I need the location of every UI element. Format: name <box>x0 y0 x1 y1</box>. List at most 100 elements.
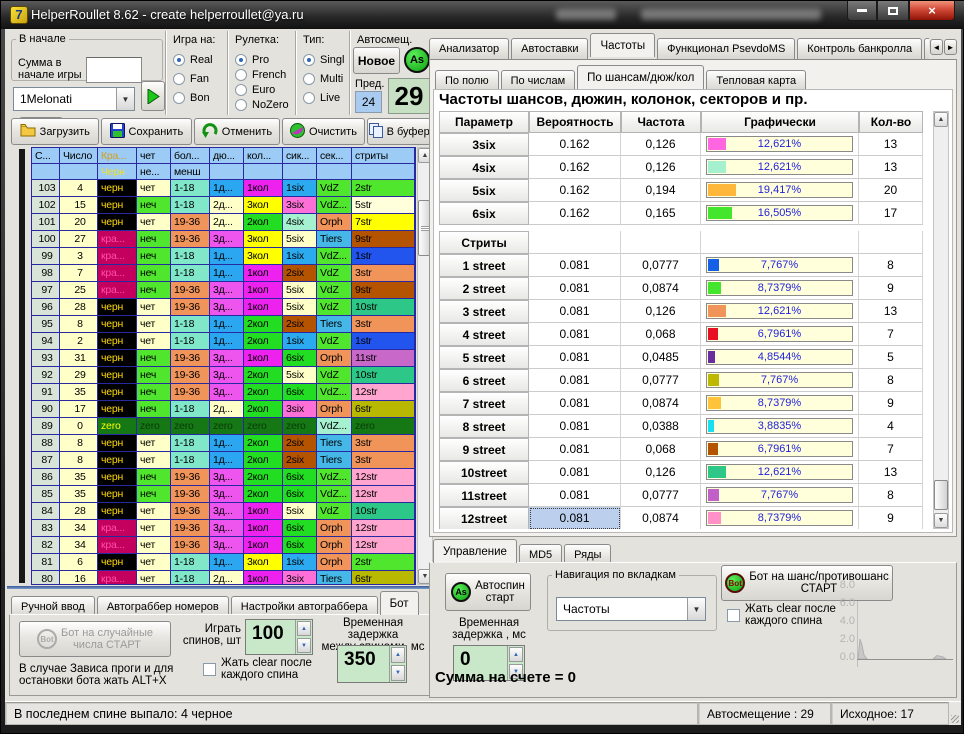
clear-after-spin-checkbox-2[interactable] <box>727 609 740 622</box>
freq-count-cell[interactable]: 13 <box>859 461 923 484</box>
autospin-start-button[interactable]: As Автоспинстарт <box>445 573 531 611</box>
freq-prob-cell[interactable]: 0.081 <box>529 461 621 484</box>
tab-freq-3[interactable]: По шансам/дюж/кол <box>577 65 704 89</box>
freq-bar-cell[interactable]: 4,8544% <box>701 346 859 369</box>
freq-freq-cell[interactable]: 0,0874 <box>621 507 701 529</box>
scroll-up-icon[interactable]: ▲ <box>934 112 948 127</box>
freq-scroll-thumb[interactable] <box>934 480 948 510</box>
freq-param-3six[interactable]: 3six <box>439 133 529 156</box>
freq-param-1street[interactable]: 1 street <box>439 254 529 277</box>
chance-bot-start-button[interactable]: Bot Бот на шанс/противошансСТАРТ <box>721 565 893 601</box>
radio-bon[interactable]: Bon <box>173 92 231 104</box>
freq-count-cell[interactable]: 8 <box>859 484 923 507</box>
tab-main-1[interactable]: Анализатор <box>429 38 509 59</box>
preset-combobox[interactable]: 1Melonati ▼ <box>13 87 135 111</box>
tab-main-4[interactable]: Функционал PsevdoMS <box>657 38 795 59</box>
tabs-scroll-left[interactable]: ◄ <box>930 39 943 55</box>
freq-bar-cell[interactable]: 7,767% <box>701 484 859 507</box>
play-button[interactable] <box>141 81 165 111</box>
freq-bar-cell[interactable]: 12,621% <box>701 156 859 179</box>
minimize-button[interactable] <box>847 1 877 21</box>
freq-count-cell[interactable]: 5 <box>859 346 923 369</box>
freq-param-11street[interactable]: 11street <box>439 484 529 507</box>
chevron-down-icon[interactable]: ▼ <box>116 88 134 110</box>
freq-prob-cell[interactable]: 0.081 <box>529 300 621 323</box>
copy-button[interactable]: В буфер <box>367 118 431 145</box>
radio-french[interactable]: French <box>235 69 293 81</box>
freq-freq-cell[interactable]: 0,0388 <box>621 415 701 438</box>
freq-header[interactable]: Вероятность <box>529 111 621 133</box>
random-bot-start-button[interactable]: Bot Бот на случайныечисла СТАРТ <box>19 621 171 657</box>
freq-param-8street[interactable]: 8 street <box>439 415 529 438</box>
freq-param-10street[interactable]: 10street <box>439 461 529 484</box>
up-arrow-icon[interactable]: ▲ <box>509 647 523 662</box>
spins-value[interactable]: 100 <box>246 620 295 654</box>
freq-prob-cell[interactable]: 0.162 <box>529 179 621 202</box>
freq-param-6street[interactable]: 6 street <box>439 369 529 392</box>
freq-prob-cell[interactable]: 0.162 <box>529 133 621 156</box>
up-arrow-icon[interactable]: ▲ <box>297 621 311 636</box>
freq-count-cell[interactable]: 9 <box>859 392 923 415</box>
save-button[interactable]: Сохранить <box>101 118 193 145</box>
resize-grip[interactable] <box>949 702 961 725</box>
freq-freq-cell[interactable]: 0,0485 <box>621 346 701 369</box>
tab-freq-1[interactable]: По полю <box>435 70 499 91</box>
freq-count-cell[interactable]: 17 <box>859 202 923 225</box>
up-arrow-icon[interactable]: ▲ <box>391 647 405 663</box>
freq-freq-cell[interactable]: 0,0777 <box>621 254 701 277</box>
freq-bar-cell[interactable]: 12,621% <box>701 300 859 323</box>
freq-prob-cell[interactable]: 0.081 <box>529 369 621 392</box>
down-arrow-icon[interactable]: ▼ <box>297 638 311 653</box>
as-button[interactable]: As <box>404 47 430 73</box>
close-button[interactable]: × <box>909 1 955 21</box>
freq-param-4six[interactable]: 4six <box>439 156 529 179</box>
freq-bar-cell[interactable]: 19,417% <box>701 179 859 202</box>
freq-freq-cell[interactable]: 0,126 <box>621 461 701 484</box>
freq-freq-cell[interactable]: 0,165 <box>621 202 701 225</box>
freq-header[interactable]: Параметр <box>439 111 529 133</box>
freq-bar-cell[interactable]: 8,7379% <box>701 507 859 529</box>
start-sum-input[interactable] <box>86 57 142 83</box>
tab-freq-2[interactable]: По числам <box>501 70 576 91</box>
tab-main-6[interactable]: Колесо <box>924 38 929 59</box>
freq-prob-cell[interactable]: 0.081 <box>529 254 621 277</box>
freq-param-5street[interactable]: 5 street <box>439 346 529 369</box>
down-arrow-icon[interactable]: ▼ <box>391 665 405 681</box>
freq-header[interactable]: Графически <box>701 111 859 133</box>
maximize-button[interactable] <box>877 1 909 21</box>
freq-bar-cell[interactable]: 12,621% <box>701 461 859 484</box>
freq-freq-cell[interactable]: 0,0777 <box>621 369 701 392</box>
scroll-down-icon[interactable]: ▼ <box>934 513 948 528</box>
freq-prob-cell[interactable]: 0.081 <box>529 415 621 438</box>
freq-param-6six[interactable]: 6six <box>439 202 529 225</box>
tab-main-3[interactable]: Частоты <box>590 33 655 57</box>
freq-param-5six[interactable]: 5six <box>439 179 529 202</box>
freq-prob-cell[interactable]: 0.081 <box>529 346 621 369</box>
freq-freq-cell[interactable]: 0,068 <box>621 323 701 346</box>
tab-freq-4[interactable]: Тепловая карта <box>706 70 806 91</box>
freq-prob-cell[interactable]: 0.081 <box>529 277 621 300</box>
freq-bar-cell[interactable]: 7,767% <box>701 254 859 277</box>
freq-count-cell[interactable]: 20 <box>859 179 923 202</box>
freq-param-2street[interactable]: 2 street <box>439 277 529 300</box>
folder-open-button[interactable]: Загрузить <box>11 118 99 145</box>
freq-freq-cell[interactable]: 0,0874 <box>621 392 701 415</box>
freq-count-cell[interactable]: 9 <box>859 507 923 529</box>
tab-input-4[interactable]: Бот <box>380 591 419 615</box>
freq-bar-cell[interactable]: 16,505% <box>701 202 859 225</box>
freq-freq-cell[interactable]: 0,126 <box>621 156 701 179</box>
freq-count-cell[interactable]: 13 <box>859 133 923 156</box>
radio-fan[interactable]: Fan <box>173 73 231 85</box>
freq-bar-cell[interactable]: 8,7379% <box>701 277 859 300</box>
freq-freq-cell[interactable]: 0,194 <box>621 179 701 202</box>
freq-prob-cell[interactable]: 0.081 <box>529 507 621 529</box>
freq-freq-cell[interactable]: 0,126 <box>621 133 701 156</box>
freq-prob-cell[interactable]: 0.162 <box>529 202 621 225</box>
freq-prob-cell[interactable]: 0.081 <box>529 392 621 415</box>
freq-scrollbar[interactable]: ▲ ▼ <box>933 111 949 529</box>
freq-bar-cell[interactable]: 6,7961% <box>701 323 859 346</box>
freq-prob-cell[interactable]: 0.081 <box>529 323 621 346</box>
radio-euro[interactable]: Euro <box>235 84 293 96</box>
delay-value[interactable]: 350 <box>338 646 389 682</box>
freq-prob-cell[interactable]: 0.162 <box>529 156 621 179</box>
